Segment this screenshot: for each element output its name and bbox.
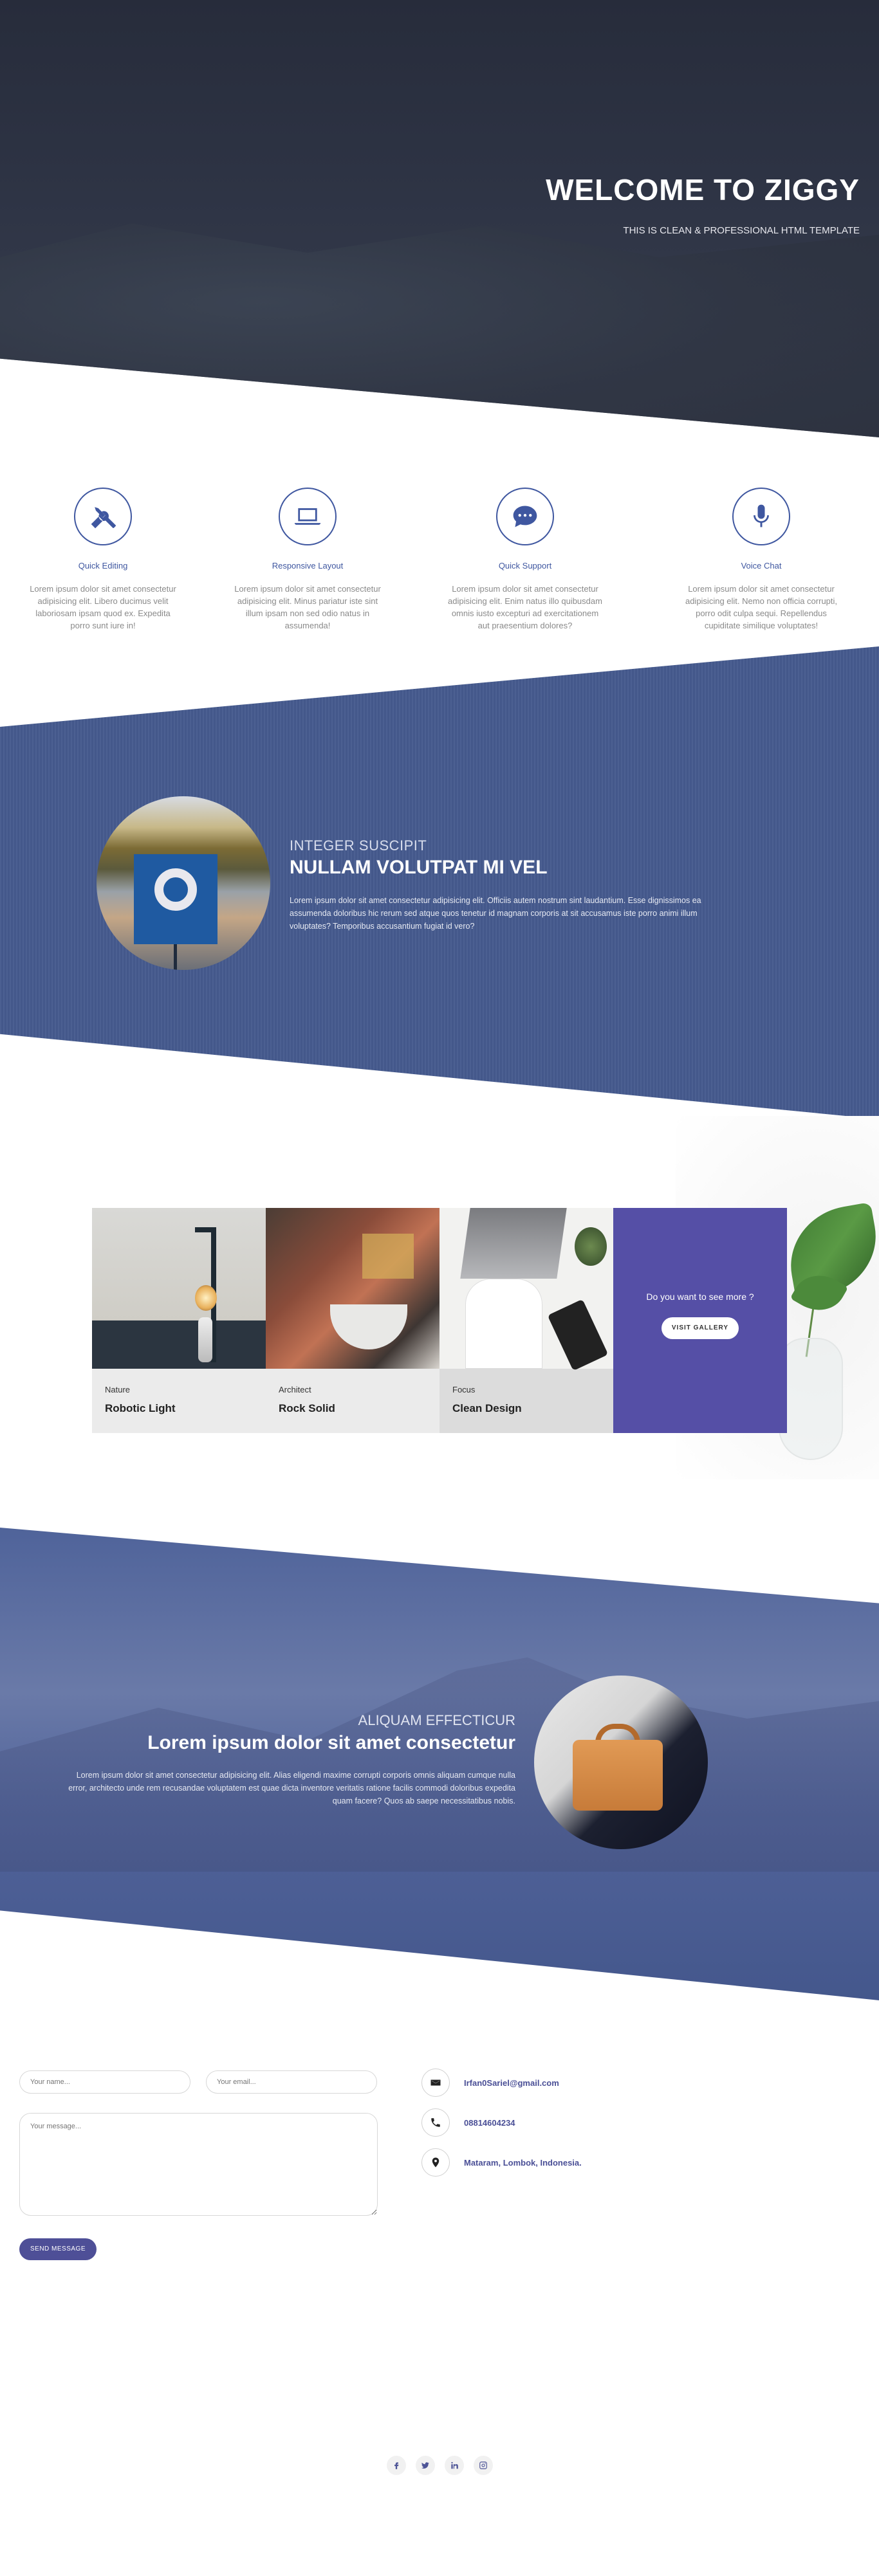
feature-quick-support: Quick Support Lorem ipsum dolor sit amet… <box>429 488 622 632</box>
section-text: Lorem ipsum dolor sit amet consectetur a… <box>68 1771 515 1805</box>
feature-text: Lorem ipsum dolor sit amet consectetur a… <box>234 584 381 630</box>
contact-email[interactable]: Irfan0Sariel@gmail.com <box>464 2078 559 2088</box>
feature-text: Lorem ipsum dolor sit amet consectetur a… <box>448 584 602 630</box>
name-input[interactable] <box>19 2070 190 2094</box>
visit-gallery-button[interactable]: VISIT GALLERY <box>662 1317 739 1339</box>
contact-email-row: Irfan0Sariel@gmail.com <box>421 2069 559 2097</box>
contact-address-row: Mataram, Lombok, Indonesia. <box>421 2148 582 2177</box>
send-message-button[interactable]: SEND MESSAGE <box>19 2238 97 2260</box>
feature-title: Quick Editing <box>78 561 128 571</box>
section-title: NULLAM VOLUTPAT MI VEL <box>290 857 548 878</box>
bag-body <box>573 1740 663 1811</box>
hero-subtitle: THIS IS CLEAN & PROFESSIONAL HTML TEMPLA… <box>623 225 860 236</box>
feature-quick-editing: Quick Editing Lorem ipsum dolor sit amet… <box>6 488 199 632</box>
gallery-more-text: Do you want to see more ? <box>646 1292 754 1302</box>
hero-section: WELCOME TO ZIGGY THIS IS CLEAN & PROFESS… <box>0 0 879 437</box>
sleeve-shape <box>465 1279 542 1369</box>
hero-title: WELCOME TO ZIGGY <box>546 173 860 206</box>
card-category: Focus <box>452 1385 476 1394</box>
section-text: Lorem ipsum dolor sit amet consectetur a… <box>290 896 701 931</box>
page: WELCOME TO ZIGGY THIS IS CLEAN & PROFESS… <box>0 0 879 2576</box>
card-category: Nature <box>105 1385 131 1394</box>
email-input[interactable] <box>206 2070 377 2094</box>
card-title: Rock Solid <box>279 1402 335 1414</box>
phone-icon <box>421 2108 450 2137</box>
gallery-card-robotic-light[interactable]: Nature Robotic Light <box>92 1208 266 1433</box>
laptop-shape <box>460 1208 567 1279</box>
envelope-icon <box>421 2069 450 2097</box>
sign-pole <box>174 944 177 970</box>
gallery-more-card: Do you want to see more ? VISIT GALLERY <box>613 1208 787 1433</box>
contact-address: Mataram, Lombok, Indonesia. <box>464 2157 582 2168</box>
succulent-shape <box>575 1227 607 1266</box>
robot-figure <box>198 1317 212 1362</box>
feature-voice-chat: Voice Chat Lorem ipsum dolor sit amet co… <box>665 488 858 632</box>
sign-board <box>134 854 217 944</box>
feature-title: Responsive Layout <box>272 561 344 571</box>
feature-title: Quick Support <box>498 561 552 571</box>
lake-sign-image <box>97 796 270 970</box>
card-title: Robotic Light <box>105 1402 176 1414</box>
crafting-image <box>266 1208 439 1369</box>
facebook-icon[interactable] <box>387 2456 406 2475</box>
tools-icon <box>74 488 132 545</box>
contact-phone[interactable]: 08814604234 <box>464 2118 515 2128</box>
message-input[interactable] <box>19 2113 378 2216</box>
section-eyebrow: ALIQUAM EFFECTICUR <box>358 1712 515 1728</box>
lamp-image <box>92 1208 266 1369</box>
feature-text: Lorem ipsum dolor sit amet consectetur a… <box>30 584 176 630</box>
laptop-icon <box>279 488 337 545</box>
section-title: Lorem ipsum dolor sit amet consectetur <box>147 1732 515 1753</box>
contact-phone-row: 08814604234 <box>421 2108 515 2137</box>
leather-bag-image <box>534 1676 708 1849</box>
bowl-shape <box>330 1304 407 1349</box>
hero-background-image <box>0 223 879 437</box>
image-highlight <box>362 1234 414 1279</box>
laptop-desk-image <box>439 1208 613 1371</box>
card-category: Architect <box>279 1385 311 1394</box>
card-title: Clean Design <box>452 1402 522 1414</box>
gallery-card-clean-design[interactable]: Focus Clean Design <box>439 1208 613 1433</box>
feature-title: Voice Chat <box>741 561 782 571</box>
feature-responsive-layout: Responsive Layout Lorem ipsum dolor sit … <box>211 488 404 632</box>
feature-text: Lorem ipsum dolor sit amet consectetur a… <box>685 584 838 630</box>
section-eyebrow: INTEGER SUSCIPIT <box>290 837 427 854</box>
lifebuoy-icon <box>154 868 197 911</box>
glass-vase <box>779 1338 843 1460</box>
microphone-icon <box>732 488 790 545</box>
map-pin-icon <box>421 2148 450 2177</box>
gallery-card-rock-solid[interactable]: Architect Rock Solid <box>266 1208 439 1433</box>
chat-icon <box>496 488 554 545</box>
light-bulb <box>195 1285 217 1311</box>
phone-shape <box>547 1299 609 1371</box>
linkedin-icon[interactable] <box>445 2456 464 2475</box>
twitter-icon[interactable] <box>416 2456 435 2475</box>
instagram-icon[interactable] <box>474 2456 493 2475</box>
